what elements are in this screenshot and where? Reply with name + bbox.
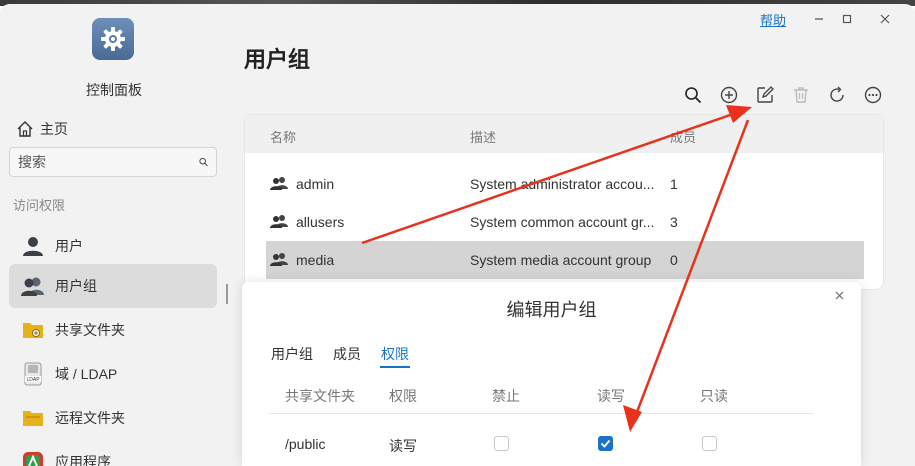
table-row-selected[interactable]: media System media account group 0 [266,241,864,279]
search-icon[interactable] [199,154,208,170]
search-input[interactable] [18,154,199,170]
edit-user-group-dialog: 编辑用户组 用户组 成员 权限 共享文件夹 权限 禁止 读写 只读 /publi… [242,282,861,466]
shared-folder-icon [21,318,45,342]
row-members: 3 [670,214,678,230]
row-members: 0 [670,252,678,268]
control-panel-app-icon [92,18,134,60]
row-description: System media account group [470,252,652,268]
header-divider [269,413,813,414]
sidebar-item-applications[interactable]: 应用程序 [9,440,217,466]
deny-checkbox[interactable] [494,436,509,451]
column-header-members[interactable]: 成员 [670,127,696,146]
svg-text:LDAP: LDAP [26,377,40,383]
row-folder: /public [285,436,326,452]
sidebar-item-ldap[interactable]: LDAP 域 / LDAP [9,352,217,396]
sidebar-item-label: 用户组 [55,278,97,294]
table-row[interactable]: admin System administrator accou... 1 [266,165,864,203]
user-group-icon [270,252,288,269]
row-description: System administrator accou... [470,176,655,192]
app-title: 控制面板 [86,82,142,98]
column-header-deny: 禁止 [492,388,520,404]
page-title: 用户组 [244,47,311,72]
sidebar-item-home[interactable]: 主页 [16,117,68,141]
row-members: 1 [670,176,678,192]
toolbar [675,84,891,106]
row-description: System common account gr... [470,214,655,230]
table-header: 名称 描述 成员 [245,115,883,153]
minimize-icon[interactable] [808,8,830,30]
column-header-name[interactable]: 名称 [270,127,296,146]
tab-user-group[interactable]: 用户组 [271,344,313,364]
home-icon [17,121,33,137]
column-header-readwrite: 读写 [597,388,625,404]
table-row[interactable]: allusers System common account gr... 3 [266,203,864,241]
remote-folder-icon [21,406,45,430]
delete-icon[interactable] [783,84,819,106]
row-name: allusers [296,214,345,230]
row-permission: 读写 [389,438,417,454]
readonly-checkbox[interactable] [702,436,717,451]
column-header-readonly: 只读 [700,388,728,404]
search-icon[interactable] [675,84,711,106]
checkmark-icon [600,439,611,448]
section-access-rights: 访问权限 [13,198,66,213]
sidebar-search[interactable] [9,147,217,177]
sidebar-item-label: 用户 [55,238,83,254]
gear-icon [101,27,125,51]
sidebar-item-user-groups[interactable]: 用户组 [9,264,217,308]
sidebar-item-label: 共享文件夹 [55,322,125,338]
user-group-icon [21,274,45,298]
help-link[interactable]: 帮助 [760,10,786,29]
sidebar-item-remote-folders[interactable]: 远程文件夹 [9,396,217,440]
sidebar-item-shared-folders[interactable]: 共享文件夹 [9,308,217,352]
sidebar-item-label: 域 / LDAP [55,366,118,382]
user-group-table: 名称 描述 成员 admin System administrator acco… [244,114,884,290]
sidebar-item-label: 应用程序 [55,454,111,466]
ldap-icon: LDAP [21,362,45,386]
active-tab-indicator [380,366,410,368]
user-group-icon [270,214,288,231]
sidebar-home-label: 主页 [40,121,68,137]
column-header-permission: 权限 [389,388,417,404]
readwrite-checkbox[interactable] [598,436,613,451]
column-header-description[interactable]: 描述 [470,127,496,146]
tab-permissions[interactable]: 权限 [381,344,409,364]
add-icon[interactable] [711,84,747,106]
row-name: admin [296,176,335,192]
dialog-title: 编辑用户组 [506,300,597,320]
row-name: media [296,252,335,268]
application-icon [21,450,45,466]
user-group-icon [270,176,288,193]
refresh-icon[interactable] [819,84,855,106]
tab-members[interactable]: 成员 [333,344,361,364]
edit-icon[interactable] [747,84,783,106]
user-icon [21,234,45,258]
more-icon[interactable] [855,84,891,106]
close-icon[interactable] [874,8,896,30]
sidebar-item-users[interactable]: 用户 [9,224,217,268]
sidebar-item-label: 远程文件夹 [55,410,125,426]
column-header-shared-folder: 共享文件夹 [285,388,355,404]
maximize-icon[interactable] [836,8,858,30]
sidebar: 控制面板 主页 访问权限 用户 用户组 [0,4,228,466]
